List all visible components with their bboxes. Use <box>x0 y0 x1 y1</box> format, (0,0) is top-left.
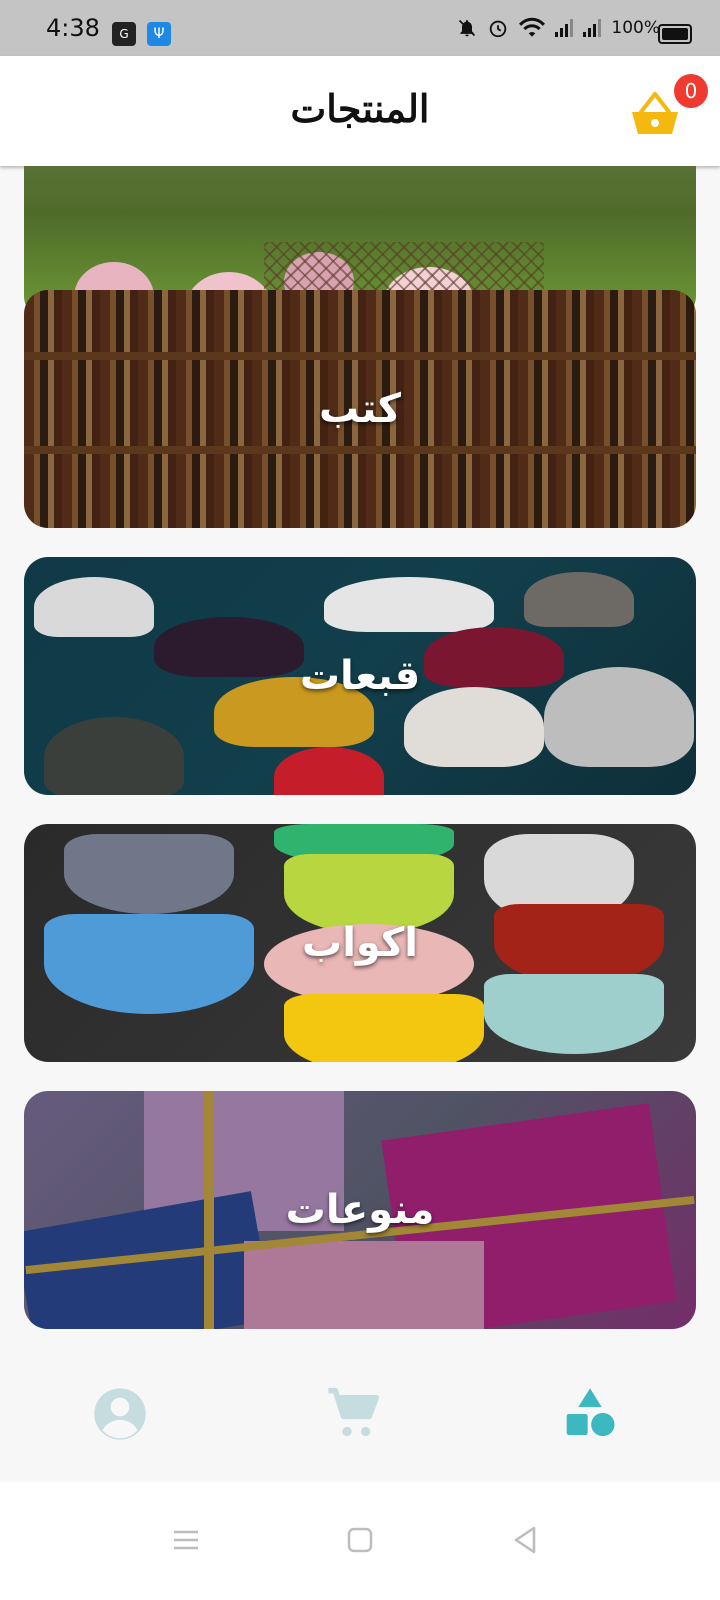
category-list: كتب قبعات اكواب منوعات <box>0 166 720 1366</box>
account-icon <box>94 1388 146 1440</box>
battery-icon <box>658 24 692 44</box>
nav-profile[interactable] <box>88 1382 152 1446</box>
cart-count-badge: 0 <box>674 74 708 108</box>
app-bar: المنتجات 0 <box>0 56 720 166</box>
basket-icon <box>632 92 678 134</box>
wifi-icon <box>519 17 546 37</box>
menu-button[interactable] <box>166 1520 206 1560</box>
bell-off-icon <box>459 19 476 37</box>
status-bar: 4:38 G Ψ 100% <box>0 0 720 56</box>
signal-icon <box>583 19 602 37</box>
status-icons: 100% <box>457 17 660 39</box>
bottom-nav <box>0 1366 720 1482</box>
category-card-hats[interactable]: قبعات <box>24 557 696 795</box>
home-square-icon <box>347 1527 373 1553</box>
alarm-icon <box>490 20 507 38</box>
back-triangle-icon <box>514 1526 536 1554</box>
battery-percent: 100% <box>611 18 660 38</box>
category-label: منوعات <box>285 1187 435 1233</box>
cart-button[interactable]: 0 <box>632 74 708 142</box>
category-card-books[interactable]: كتب <box>24 290 696 528</box>
system-nav-bar <box>0 1482 720 1600</box>
nav-products[interactable] <box>558 1382 622 1446</box>
back-button[interactable] <box>506 1520 546 1560</box>
category-card-gifts[interactable]: منوعات <box>24 1091 696 1329</box>
category-card-cups[interactable]: اكواب <box>24 824 696 1062</box>
category-label: اكواب <box>302 920 418 966</box>
cart-icon <box>328 1387 379 1437</box>
shapes-icon <box>566 1388 615 1437</box>
translate-icon: G <box>112 22 136 46</box>
status-time: 4:38 <box>46 14 100 42</box>
category-label: قبعات <box>299 653 421 699</box>
usb-icon: Ψ <box>147 22 171 46</box>
category-label: كتب <box>319 386 401 432</box>
page-title: المنتجات <box>290 86 430 131</box>
nav-cart[interactable] <box>322 1382 386 1446</box>
signal-icon <box>555 19 574 37</box>
menu-icon <box>174 1530 198 1550</box>
home-button[interactable] <box>340 1520 380 1560</box>
